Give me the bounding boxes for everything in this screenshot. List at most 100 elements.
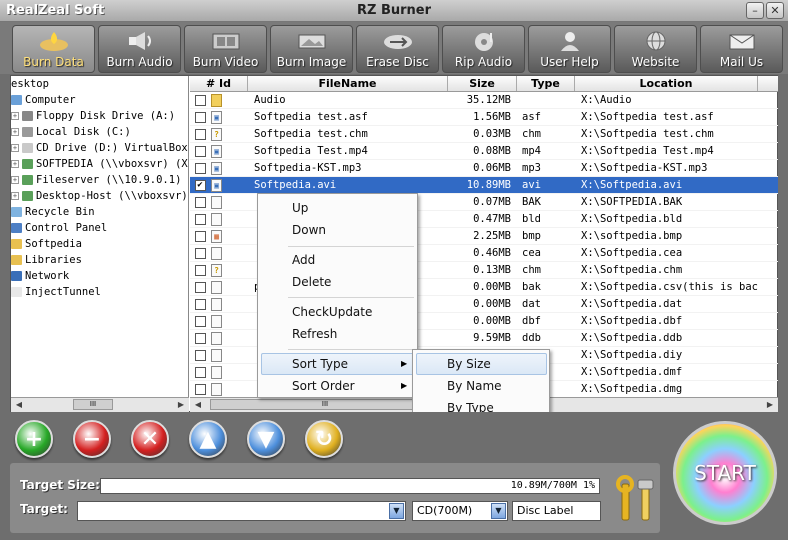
menu-item-delete[interactable]: Delete	[292, 273, 331, 291]
refresh-button[interactable]: ↻	[305, 420, 343, 458]
add-button[interactable]: +	[15, 420, 53, 458]
table-row[interactable]: ✔ ▣ Softpedia.avi 10.89MB avi X:\Softpedia.av…	[190, 177, 778, 194]
minimize-button[interactable]: –	[746, 2, 764, 19]
row-checkbox[interactable]	[194, 264, 206, 276]
column-filename[interactable]: FileName	[248, 76, 448, 91]
menu-item-refresh[interactable]: Refresh	[292, 325, 337, 343]
tree-item[interactable]: InjectTunnel	[11, 284, 188, 300]
tree-item[interactable]: Recycle Bin	[11, 204, 188, 220]
row-checkbox[interactable]	[194, 230, 206, 242]
row-checkbox[interactable]	[194, 383, 206, 395]
chevron-down-icon[interactable]: ▼	[491, 503, 506, 519]
expand-icon[interactable]: +	[11, 144, 19, 152]
tree-item[interactable]: Softpedia	[11, 236, 188, 252]
row-checkbox[interactable]	[194, 315, 206, 327]
folder-tree[interactable]: esktop Computer + Floppy Disk Drive (A:) + Lo…	[11, 76, 189, 397]
scroll-left-icon[interactable]: ◀	[13, 398, 25, 411]
menu-item-sort-type[interactable]: Sort Type	[292, 355, 348, 373]
expand-icon[interactable]: +	[11, 112, 19, 120]
window-controls: – ✕	[746, 2, 784, 19]
row-checkbox[interactable]	[194, 213, 206, 225]
start-button[interactable]: START	[673, 421, 777, 525]
toolbar-burn-image-button[interactable]: Burn Image	[270, 25, 353, 73]
toolbar-website-button[interactable]: Website	[614, 25, 697, 73]
toolbar-burn-audio-button[interactable]: Burn Audio	[98, 25, 181, 73]
expand-icon[interactable]: +	[11, 160, 19, 168]
tree-item[interactable]: Control Panel	[11, 220, 188, 236]
row-checkbox[interactable]	[194, 145, 206, 157]
chevron-down-icon[interactable]: ▼	[389, 503, 404, 519]
row-checkbox[interactable]	[194, 162, 206, 174]
clear-button[interactable]: ✕	[131, 420, 169, 458]
tree-scroll-thumb[interactable]: III	[73, 399, 113, 410]
toolbar-user-help-button[interactable]: User Help	[528, 25, 611, 73]
row-checkbox[interactable]	[194, 94, 206, 106]
toolbar-burn-video-button[interactable]: Burn Video	[184, 25, 267, 73]
table-row[interactable]: ▣ Softpedia test.asf 1.56MB asf X:\Softpedia…	[190, 109, 778, 126]
tree-item-label: Desktop-Host (\\vboxsvr)	[36, 190, 188, 202]
tree-item[interactable]: + SOFTPEDIA (\\vboxsvr) (X	[11, 156, 188, 172]
menu-item-sort-order[interactable]: Sort Order	[292, 377, 355, 395]
row-checkbox[interactable]	[194, 349, 206, 361]
submenu-by-size[interactable]: By Size	[447, 355, 491, 373]
disc-label-input[interactable]: Disc Label	[512, 501, 601, 521]
row-checkbox[interactable]	[194, 281, 206, 293]
tree-item[interactable]: + Fileserver (\\10.9.0.1)	[11, 172, 188, 188]
toolbar-mail-us-button[interactable]: Mail Us	[700, 25, 783, 73]
toolbar-rip-audio-button[interactable]: Rip Audio	[442, 25, 525, 73]
menu-item-add[interactable]: Add	[292, 251, 315, 269]
tree-horizontal-scrollbar[interactable]: ◀ III ▶	[11, 397, 189, 412]
list-scroll-right-icon[interactable]: ▶	[764, 398, 776, 411]
row-checkbox[interactable]	[194, 128, 206, 140]
row-checkbox[interactable]	[194, 332, 206, 344]
table-row[interactable]: ? Softpedia test.chm 0.03MB chm X:\Softpedia…	[190, 126, 778, 143]
row-checkbox[interactable]: ✔	[194, 179, 206, 191]
capacity-select[interactable]: CD(700M) ▼	[412, 501, 508, 521]
column-type[interactable]: Type	[517, 76, 575, 91]
tree-item[interactable]: + Local Disk (C:)	[11, 124, 188, 140]
table-row[interactable]: ▣ Softpedia Test.mp4 0.08MB mp4 X:\Softpedia…	[190, 143, 778, 160]
submenu-by-name[interactable]: By Name	[447, 377, 502, 395]
toolbar-burn-data-button[interactable]: Burn Data	[12, 25, 95, 73]
menu-item-check-update[interactable]: CheckUpdate	[292, 303, 372, 321]
target-drive-select[interactable]: ▼	[77, 501, 406, 521]
row-checkbox[interactable]	[194, 247, 206, 259]
expand-icon[interactable]: +	[11, 128, 19, 136]
scroll-right-icon[interactable]: ▶	[175, 398, 187, 411]
move-down-button[interactable]: ▼	[247, 420, 285, 458]
tree-item[interactable]: Computer	[11, 92, 188, 108]
close-button[interactable]: ✕	[766, 2, 784, 19]
column-id[interactable]: # Id	[190, 76, 248, 91]
tree-item[interactable]: Libraries	[11, 252, 188, 268]
tree-item[interactable]: Network	[11, 268, 188, 284]
row-type: BAK	[522, 196, 541, 208]
list-scroll-left-icon[interactable]: ◀	[192, 398, 204, 411]
remove-button[interactable]: −	[73, 420, 111, 458]
table-row[interactable]: ▣ Softpedia-KST.mp3 0.06MB mp3 X:\Softpedia-…	[190, 160, 778, 177]
row-checkbox[interactable]	[194, 298, 206, 310]
doc-icon	[211, 365, 222, 379]
folder-icon	[11, 223, 22, 233]
tree-item[interactable]: + Floppy Disk Drive (A:)	[11, 108, 188, 124]
list-hscroll-thumb[interactable]: III	[210, 399, 440, 410]
table-row[interactable]: Audio 35.12MB X:\Audio	[190, 92, 778, 109]
column-location[interactable]: Location	[575, 76, 758, 91]
row-location: X:\Softpedia.cea	[581, 247, 683, 259]
expand-icon[interactable]: +	[11, 192, 19, 200]
tools-icon[interactable]	[612, 474, 666, 524]
folder-icon	[22, 191, 33, 201]
column-size[interactable]: Size	[448, 76, 517, 91]
menu-item-down[interactable]: Down	[292, 221, 326, 239]
tree-item[interactable]: + Desktop-Host (\\vboxsvr)	[11, 188, 188, 204]
row-location: X:\SOFTPEDIA.BAK	[581, 196, 683, 208]
row-checkbox[interactable]	[194, 111, 206, 123]
expand-icon[interactable]: +	[11, 176, 19, 184]
row-checkbox[interactable]	[194, 196, 206, 208]
menu-item-up[interactable]: Up	[292, 199, 308, 217]
move-up-button[interactable]: ▲	[189, 420, 227, 458]
toolbar-erase-disc-button[interactable]: Erase Disc	[356, 25, 439, 73]
row-size: 2.25MB	[473, 230, 511, 242]
row-checkbox[interactable]	[194, 366, 206, 378]
tree-item[interactable]: esktop	[11, 76, 188, 92]
tree-item[interactable]: + CD Drive (D:) VirtualBox	[11, 140, 188, 156]
